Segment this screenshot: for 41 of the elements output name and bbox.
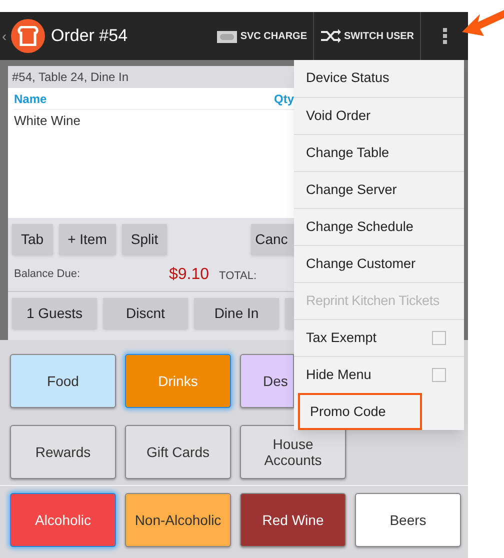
order-header: #54, Table 24, Dine In	[12, 69, 129, 86]
category-tile[interactable]: Red Wine	[240, 493, 346, 547]
menu-item[interactable]: Promo Code	[298, 393, 422, 430]
back-button[interactable]: ‹	[2, 26, 10, 46]
order-option-button[interactable]: 1 Guests	[12, 298, 97, 329]
menu-item[interactable]: Void Order	[294, 97, 464, 134]
menu-item[interactable]: Change Schedule	[294, 208, 464, 245]
category-tile[interactable]: Alcoholic	[10, 493, 116, 547]
order-option-button[interactable]: Dine In	[194, 298, 279, 329]
column-header: Qty	[274, 90, 294, 108]
order-action-button[interactable]: + Item	[58, 224, 116, 255]
column-header: Name	[14, 90, 48, 108]
order-action-button[interactable]: Tab	[12, 224, 53, 255]
balance-amount: $9.10	[169, 264, 210, 284]
menu-item[interactable]: Hide Menu	[294, 356, 464, 393]
menu-item[interactable]: Tax Exempt	[294, 319, 464, 356]
order-action-button[interactable]: Split	[122, 224, 168, 255]
item-name: White Wine	[14, 112, 80, 130]
menu-item[interactable]: Change Table	[294, 134, 464, 171]
menu-item[interactable]: Device Status	[294, 60, 464, 97]
menu-item[interactable]: Change Customer	[294, 245, 464, 282]
category-tile[interactable]: Rewards	[10, 424, 116, 478]
balance-label: Balance Due:	[14, 267, 82, 282]
shuffle-icon	[320, 28, 342, 44]
category-tile[interactable]: House Accounts	[240, 424, 346, 478]
checkbox[interactable]	[432, 331, 446, 345]
order-option-button[interactable]: Discnt	[103, 298, 188, 329]
category-tile[interactable]: Gift Cards	[125, 424, 231, 478]
order-action-button[interactable]: Canc	[251, 224, 294, 255]
order-title: Order #54	[51, 25, 128, 48]
ticket-icon	[216, 28, 238, 44]
category-tile[interactable]: Non-Alcoholic	[125, 493, 231, 547]
category-tile[interactable]: Food	[10, 354, 116, 408]
total-label: TOTAL:	[219, 269, 257, 284]
logo-icon	[11, 19, 45, 53]
category-tile[interactable]: Beers	[355, 493, 461, 547]
svc-charge-button[interactable]: SVC CHARGE	[210, 12, 313, 60]
checkbox[interactable]	[432, 368, 446, 382]
category-tile[interactable]: Des	[240, 354, 294, 408]
menu-item[interactable]: Change Server	[294, 171, 464, 208]
more-icon	[442, 28, 446, 44]
